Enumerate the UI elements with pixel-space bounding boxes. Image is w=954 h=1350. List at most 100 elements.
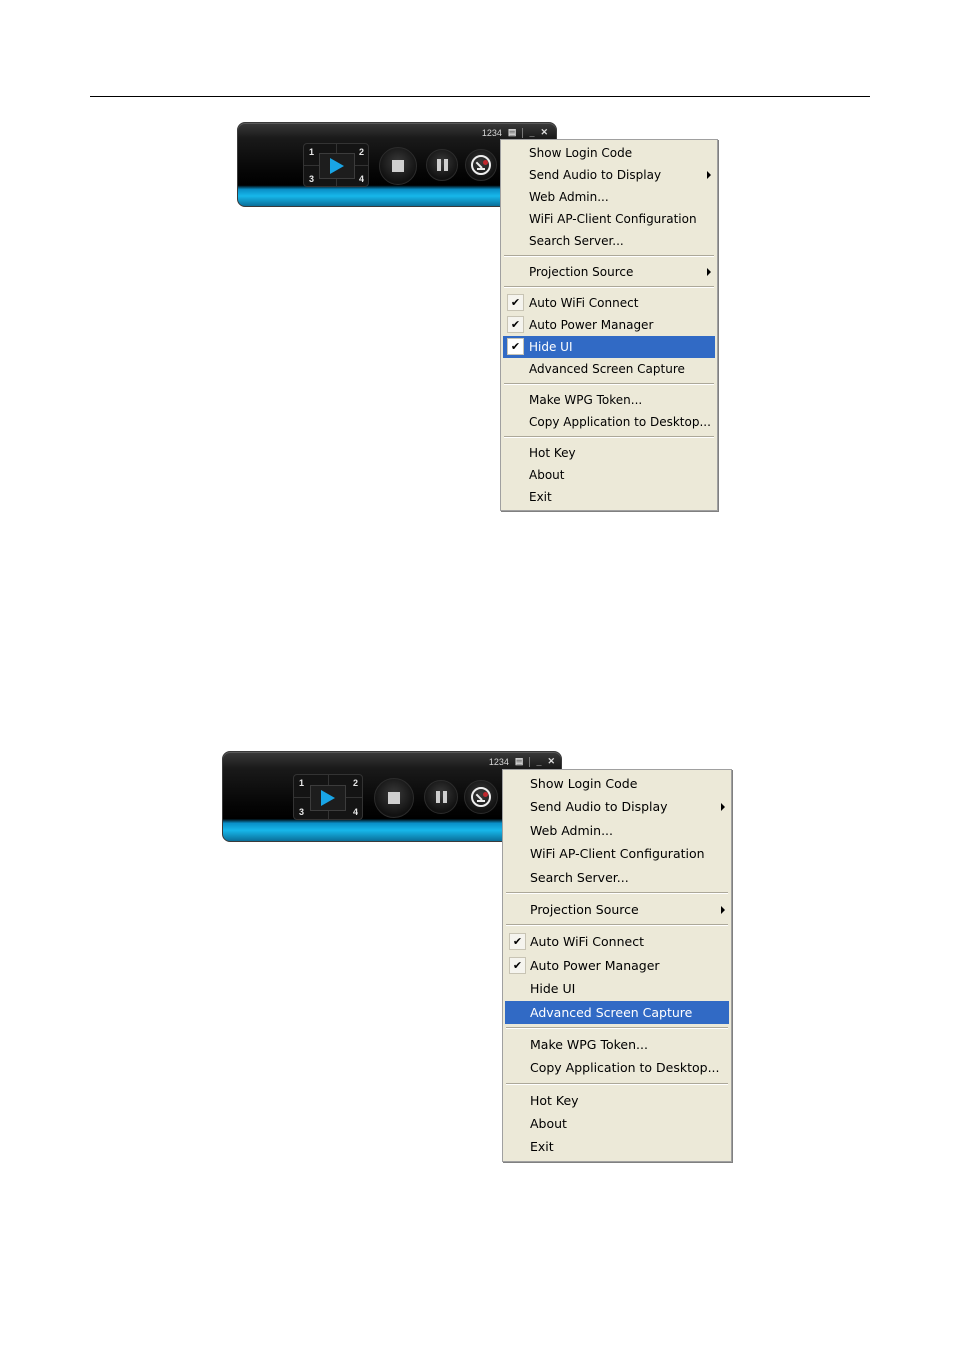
menu-item-send-audio-to-display[interactable]: Send Audio to Display — [503, 164, 715, 186]
speed-button[interactable] — [465, 149, 497, 181]
submenu-arrow-icon — [707, 171, 711, 179]
menu-item-search-server[interactable]: Search Server... — [505, 866, 729, 889]
menu-item-wifi-ap-client-configuration[interactable]: WiFi AP-Client Configuration — [505, 842, 729, 865]
menu-item-make-wpg-token[interactable]: Make WPG Token... — [505, 1033, 729, 1056]
checkmark-icon: ✔ — [509, 933, 526, 951]
menu-item-auto-wifi-connect[interactable]: ✔ Auto WiFi Connect — [505, 930, 729, 953]
menu-item-web-admin[interactable]: Web Admin... — [505, 819, 729, 842]
menu-item-label: Show Login Code — [529, 146, 633, 160]
menu-item-label: Projection Source — [529, 265, 634, 279]
quadrant-2[interactable]: 2 — [359, 147, 364, 157]
title-bar: 1234 ▤ _ ✕ — [489, 756, 555, 767]
quadrant-selector[interactable]: 1 2 3 4 — [293, 774, 363, 820]
menu-separator — [504, 436, 714, 438]
menu-item-label: Exit — [529, 490, 552, 504]
menu-item-send-audio-to-display[interactable]: Send Audio to Display — [505, 795, 729, 818]
menu-item-hide-ui[interactable]: ✔ Hide UI — [503, 336, 715, 358]
quadrant-4[interactable]: 4 — [353, 807, 358, 817]
submenu-arrow-icon — [721, 905, 725, 914]
menu-item-label: Send Audio to Display — [529, 168, 662, 182]
menu-item-exit[interactable]: Exit — [505, 1135, 729, 1158]
menu-item-wifi-ap-client-configuration[interactable]: WiFi AP-Client Configuration — [503, 208, 715, 230]
menu-item-show-login-code[interactable]: Show Login Code — [505, 772, 729, 795]
menu-item-show-login-code[interactable]: Show Login Code — [503, 142, 715, 164]
minimize-icon[interactable]: _ — [529, 128, 534, 138]
menu-item-label: WiFi AP-Client Configuration — [529, 212, 697, 226]
quadrant-selector[interactable]: 1 2 3 4 — [303, 143, 369, 187]
menu-item-hot-key[interactable]: Hot Key — [503, 442, 715, 464]
pause-icon — [436, 159, 448, 171]
checkmark-icon: ✔ — [507, 338, 524, 355]
menu-item-auto-power-manager[interactable]: ✔ Auto Power Manager — [503, 314, 715, 336]
menu-separator — [504, 255, 714, 257]
menu-item-web-admin[interactable]: Web Admin... — [503, 186, 715, 208]
checkmark-icon: ✔ — [509, 956, 526, 974]
menu-item-search-server[interactable]: Search Server... — [503, 230, 715, 252]
menu-separator — [504, 383, 714, 385]
gauge-icon — [471, 787, 491, 807]
menu-item-copy-application-to-desktop[interactable]: Copy Application to Desktop... — [503, 411, 715, 433]
divider — [529, 756, 531, 767]
menu-item-label: Advanced Screen Capture — [530, 1004, 693, 1020]
menu-item-label: About — [530, 1116, 567, 1132]
menu-item-projection-source[interactable]: Projection Source — [503, 261, 715, 283]
menu-item-label: Auto WiFi Connect — [529, 296, 639, 310]
play-button[interactable] — [310, 785, 346, 811]
play-button[interactable] — [319, 153, 355, 179]
menu-item-label: Hot Key — [529, 446, 576, 460]
pause-button[interactable] — [426, 149, 458, 181]
menu-item-label: Copy Application to Desktop... — [530, 1060, 720, 1076]
menu-item-label: Hide UI — [530, 981, 576, 997]
quadrant-2[interactable]: 2 — [353, 778, 358, 788]
menu-separator — [506, 924, 728, 927]
close-icon[interactable]: ✕ — [540, 127, 548, 138]
menu-item-label: Hot Key — [530, 1092, 579, 1108]
login-code: 1234 — [481, 127, 502, 138]
menu-item-label: Search Server... — [529, 234, 624, 248]
divider — [522, 127, 524, 138]
menu-item-projection-source[interactable]: Projection Source — [505, 898, 729, 921]
quadrant-3[interactable]: 3 — [299, 807, 304, 817]
context-menu-2: Show Login Code Send Audio to Display Web … — [502, 769, 732, 1162]
stop-button[interactable] — [374, 778, 414, 818]
menu-item-advanced-screen-capture[interactable]: Advanced Screen Capture — [503, 358, 715, 380]
menu-item-exit[interactable]: Exit — [503, 486, 715, 508]
minimize-icon[interactable]: _ — [536, 757, 541, 767]
menu-item-label: Make WPG Token... — [529, 393, 643, 407]
quadrant-1[interactable]: 1 — [309, 147, 314, 157]
header-rule — [90, 96, 870, 97]
menu-separator — [506, 1026, 728, 1029]
menu-item-make-wpg-token[interactable]: Make WPG Token... — [503, 389, 715, 411]
menu-item-advanced-screen-capture[interactable]: Advanced Screen Capture — [505, 1000, 729, 1024]
quadrant-1[interactable]: 1 — [299, 778, 304, 788]
menu-item-label: Exit — [530, 1139, 554, 1155]
play-icon — [330, 158, 344, 174]
login-code: 1234 — [488, 756, 509, 767]
gauge-icon — [471, 155, 491, 175]
list-icon[interactable]: ▤ — [515, 756, 524, 767]
submenu-arrow-icon — [721, 803, 725, 812]
menu-item-label: Show Login Code — [530, 776, 638, 791]
quadrant-4[interactable]: 4 — [359, 174, 364, 184]
close-icon[interactable]: ✕ — [547, 756, 555, 767]
list-icon[interactable]: ▤ — [508, 127, 517, 138]
menu-separator — [504, 286, 714, 288]
title-bar: 1234 ▤ _ ✕ — [482, 127, 548, 138]
menu-item-auto-wifi-connect[interactable]: ✔ Auto WiFi Connect — [503, 292, 715, 314]
menu-item-hide-ui[interactable]: Hide UI — [505, 977, 729, 1000]
menu-item-about[interactable]: About — [505, 1112, 729, 1135]
stop-button[interactable] — [379, 147, 417, 185]
quadrant-3[interactable]: 3 — [309, 174, 314, 184]
menu-item-label: Web Admin... — [530, 822, 613, 838]
menu-item-label: Hide UI — [529, 340, 573, 354]
checkmark-icon: ✔ — [507, 316, 524, 333]
menu-item-copy-application-to-desktop[interactable]: Copy Application to Desktop... — [505, 1056, 729, 1079]
context-menu-1: Show Login Code Send Audio to Display Web … — [500, 139, 718, 511]
pause-button[interactable] — [424, 780, 458, 814]
menu-item-about[interactable]: About — [503, 464, 715, 486]
menu-item-auto-power-manager[interactable]: ✔ Auto Power Manager — [505, 954, 729, 977]
speed-button[interactable] — [464, 780, 498, 814]
checkmark-icon: ✔ — [507, 294, 524, 311]
menu-item-hot-key[interactable]: Hot Key — [505, 1089, 729, 1112]
menu-item-label: Auto Power Manager — [530, 957, 660, 973]
